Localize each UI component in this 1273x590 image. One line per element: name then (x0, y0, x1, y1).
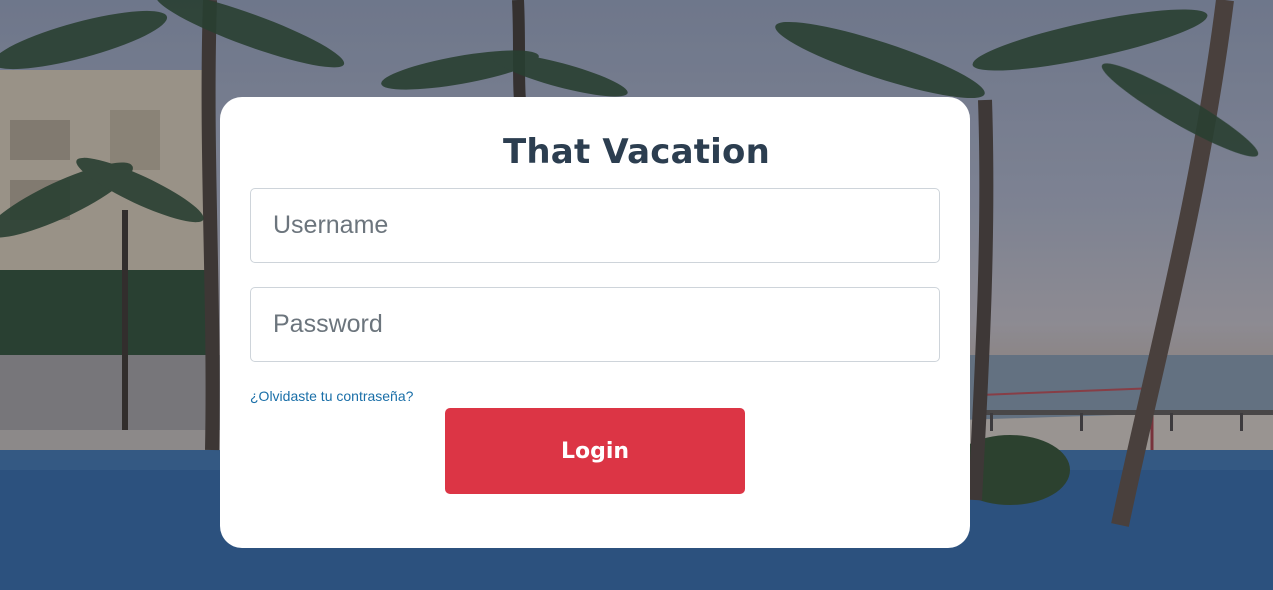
forgot-password-link[interactable]: ¿Olvidaste tu contraseña? (250, 388, 413, 404)
login-button[interactable]: Login (445, 408, 745, 494)
page-title: That Vacation (503, 132, 770, 172)
username-input[interactable] (250, 188, 940, 263)
password-input[interactable] (250, 287, 940, 362)
